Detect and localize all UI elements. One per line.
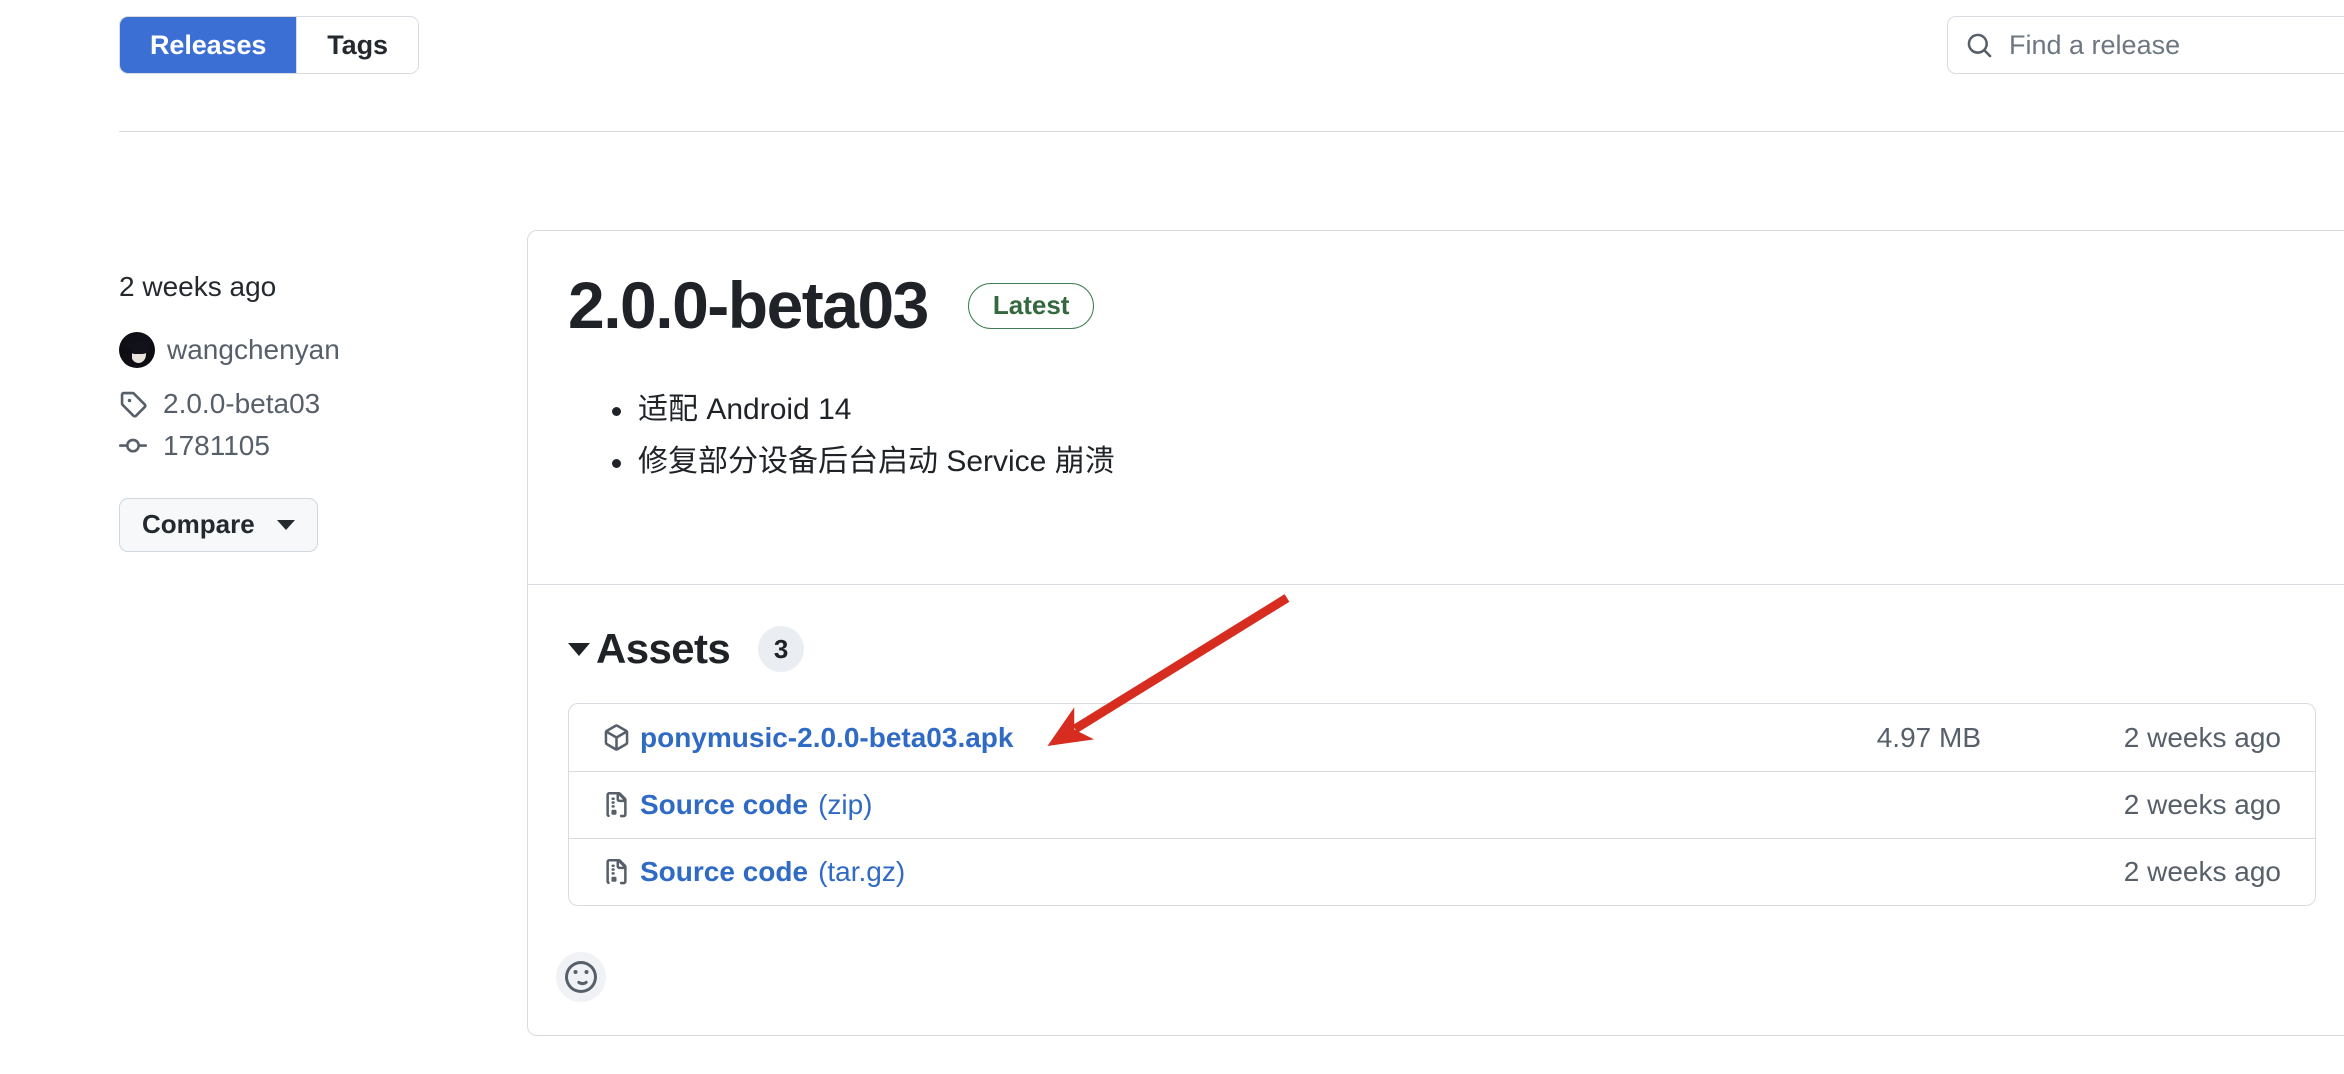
asset-file-suffix: (zip) [818, 789, 873, 820]
release-commit-label[interactable]: 1781105 [163, 430, 270, 462]
package-icon [603, 724, 630, 751]
commit-icon [119, 432, 147, 460]
latest-badge: Latest [967, 282, 1095, 329]
asset-file-suffix: (tar.gz) [818, 856, 906, 887]
release-card: 2.0.0-beta03 Latest 适配 Android 14 修复部分设备… [527, 230, 2344, 1036]
assets-toggle[interactable]: Assets [568, 625, 731, 673]
assets-table: ponymusic-2.0.0-beta03.apk 4.97 MB 2 wee… [568, 703, 2316, 906]
release-title-row: 2.0.0-beta03 Latest [568, 270, 2316, 340]
release-tag[interactable]: 2.0.0-beta03 [119, 388, 499, 420]
asset-link[interactable]: Source code (zip) [603, 789, 1651, 821]
asset-age: 2 weeks ago [2123, 721, 2281, 753]
chevron-down-icon [276, 519, 295, 530]
triangle-down-icon [568, 642, 590, 656]
asset-age: 2 weeks ago [2123, 789, 2281, 820]
table-row[interactable]: ponymusic-2.0.0-beta03.apk 4.97 MB 2 wee… [569, 704, 2315, 771]
table-row[interactable]: Source code (tar.gz) 2 weeks ago [569, 838, 2315, 905]
assets-header: Assets 3 [568, 625, 2316, 673]
search-icon [1966, 32, 1993, 59]
release-date: 2 weeks ago [119, 271, 277, 302]
release-title[interactable]: 2.0.0-beta03 [568, 270, 929, 340]
author-name[interactable]: wangchenyan [167, 334, 340, 366]
table-row[interactable]: Source code (zip) 2 weeks ago [569, 771, 2315, 838]
compare-button[interactable]: Compare [119, 497, 318, 552]
asset-size: 4.97 MB [1876, 721, 1981, 753]
release-tag-label[interactable]: 2.0.0-beta03 [163, 388, 320, 420]
asset-link[interactable]: ponymusic-2.0.0-beta03.apk [603, 722, 1651, 754]
release-author[interactable]: wangchenyan [119, 331, 499, 368]
release-note-item: 适配 Android 14 [612, 384, 2316, 436]
search-input[interactable] [2007, 28, 2344, 62]
tab-releases[interactable]: Releases [120, 17, 297, 73]
tag-icon [119, 390, 147, 418]
file-zip-icon [603, 791, 630, 819]
release-notes: 适配 Android 14 修复部分设备后台启动 Service 崩溃 [568, 384, 2316, 487]
release-note-item: 修复部分设备后台启动 Service 崩溃 [612, 436, 2316, 488]
release-commit[interactable]: 1781105 [119, 430, 499, 462]
asset-file-name[interactable]: Source code [640, 789, 808, 821]
find-release-search[interactable] [1947, 16, 2344, 74]
asset-age: 2 weeks ago [2123, 856, 2281, 887]
releases-page: Releases Tags 2 weeks ago wangchenyan [0, 0, 2344, 1074]
compare-button-label: Compare [142, 509, 255, 540]
release-card-body: 2.0.0-beta03 Latest 适配 Android 14 修复部分设备… [528, 231, 2344, 487]
file-zip-icon [603, 858, 630, 886]
release-meta-sidebar: 2 weeks ago wangchenyan 2.0.0-beta03 178… [119, 270, 499, 552]
asset-file-name[interactable]: ponymusic-2.0.0-beta03.apk [640, 722, 1013, 754]
asset-link[interactable]: Source code (tar.gz) [603, 856, 1651, 888]
smiley-icon [565, 961, 597, 993]
release-tabs: Releases Tags [119, 16, 419, 74]
avatar[interactable] [119, 331, 155, 368]
asset-file-name[interactable]: Source code [640, 856, 808, 888]
tab-tags[interactable]: Tags [296, 17, 418, 73]
add-reaction-button[interactable] [556, 952, 606, 1002]
assets-section: Assets 3 ponymusic-2.0.0-beta03.apk 4.97… [528, 585, 2344, 906]
assets-heading: Assets [596, 625, 731, 672]
assets-count-badge: 3 [758, 626, 805, 672]
header-divider [119, 131, 2344, 132]
